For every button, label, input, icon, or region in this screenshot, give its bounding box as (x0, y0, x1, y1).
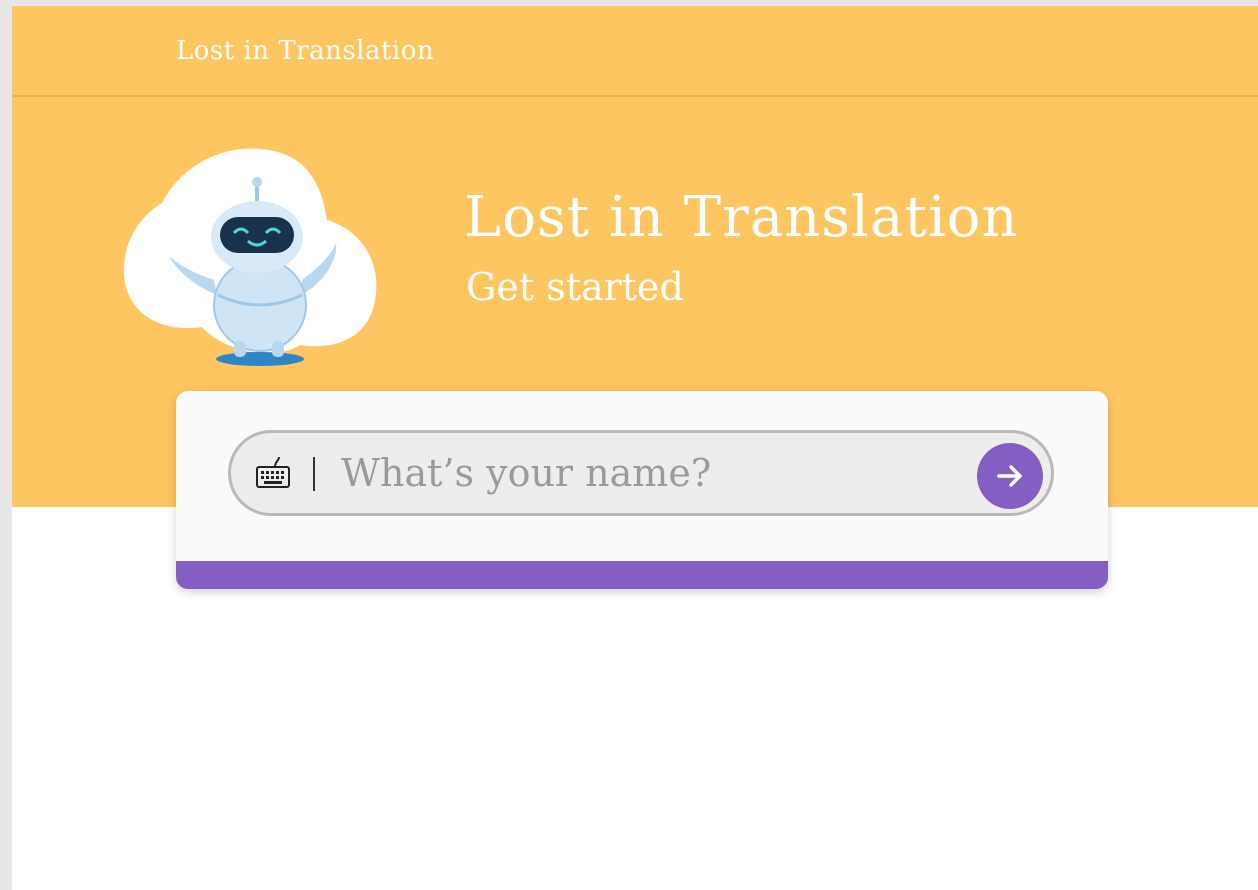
submit-name-button[interactable] (977, 443, 1043, 509)
name-input[interactable] (341, 441, 961, 505)
name-input-group (228, 430, 1054, 516)
arrow-right-icon (997, 465, 1022, 487)
app-window: Lost in Translation Lost in Translation … (12, 6, 1258, 890)
robot-mascot-icon (123, 148, 377, 366)
navbar: Lost in Translation (12, 6, 1258, 97)
input-divider (313, 457, 315, 491)
nav-brand[interactable]: Lost in Translation (176, 36, 434, 66)
hero-title: Lost in Translation (464, 185, 1019, 250)
hero-subtitle: Get started (466, 265, 684, 309)
keyboard-icon (256, 456, 290, 488)
login-card (176, 391, 1108, 589)
card-footer-bar (176, 561, 1108, 589)
